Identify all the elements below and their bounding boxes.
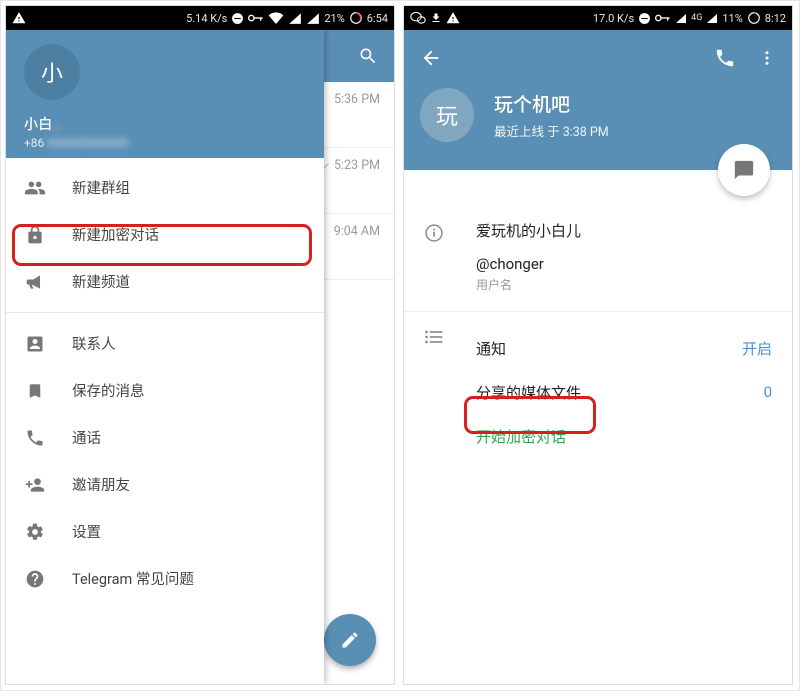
phone-icon[interactable] <box>714 47 736 69</box>
key-icon <box>655 13 671 23</box>
phone-left: 5.14 K/s 21% 6:54 5:36 PM 5:23 PM )17) 1… <box>5 5 395 685</box>
lock-icon <box>24 225 46 245</box>
back-icon[interactable] <box>420 47 442 69</box>
notifications-row[interactable]: 通知 开启 <box>476 326 772 370</box>
status-network: 4G <box>691 13 702 23</box>
shared-media-row[interactable]: 分享的媒体文件 0 <box>476 370 772 414</box>
chat-icon <box>733 159 755 181</box>
profile-header: 玩 玩个机吧 最近上线 于 3:38 PM <box>404 30 792 170</box>
avatar[interactable]: 小 <box>24 44 80 100</box>
info-icon <box>424 220 476 293</box>
group-icon <box>24 177 46 199</box>
drawer-phone: +86 000000000000 <box>24 136 306 150</box>
shared-media-value: 0 <box>764 383 772 401</box>
status-speed: 5.14 K/s <box>186 12 227 25</box>
status-battery: 21% <box>324 12 344 25</box>
wifi-icon <box>268 12 284 24</box>
profile-bio: 爱玩机的小白儿 <box>476 220 772 241</box>
warning-icon <box>12 11 26 25</box>
drawer-item-invite[interactable]: 邀请朋友 <box>6 461 324 508</box>
status-speed: 17.0 K/s <box>593 12 634 25</box>
drawer-item-settings[interactable]: 设置 <box>6 508 324 555</box>
drawer-item-label: 设置 <box>72 521 101 542</box>
signal-icon <box>675 12 687 24</box>
drawer-item-new-channel[interactable]: 新建频道 <box>6 258 324 305</box>
list-icon <box>424 326 476 458</box>
drawer-item-saved[interactable]: 保存的消息 <box>6 367 324 414</box>
profile-body: 爱玩机的小白儿 @chonger 用户名 通知 开启 分享的媒体文件 <box>404 170 792 458</box>
drawer-item-label: 新建加密对话 <box>72 224 159 245</box>
person-add-icon <box>24 475 46 495</box>
battery-circle-icon <box>747 11 761 25</box>
drawer-header: 小 小白.. +86 000000000000 <box>6 30 324 158</box>
warning-icon <box>446 11 460 25</box>
key-icon <box>248 13 264 23</box>
drawer-item-contacts[interactable]: 联系人 <box>6 320 324 367</box>
divider <box>404 311 792 312</box>
drawer-item-label: 新建频道 <box>72 271 130 292</box>
status-bar: 5.14 K/s 21% 6:54 <box>6 6 394 30</box>
status-bar: 17.0 K/s 4G 11% 8:12 <box>404 6 792 30</box>
signal-icon <box>306 12 320 24</box>
pencil-icon <box>340 630 360 650</box>
notifications-label: 通知 <box>476 338 742 359</box>
start-secret-label: 开始加密对话 <box>476 426 566 447</box>
minus-circle-icon <box>231 12 244 25</box>
minus-circle-icon <box>638 12 651 25</box>
bookmark-icon <box>24 381 46 401</box>
drawer-item-new-group[interactable]: 新建群组 <box>6 164 324 211</box>
more-icon[interactable] <box>758 47 776 69</box>
shared-media-label: 分享的媒体文件 <box>476 382 764 403</box>
drawer-item-label: 邀请朋友 <box>72 474 130 495</box>
avatar[interactable]: 玩 <box>420 88 474 142</box>
phone-icon <box>24 428 46 448</box>
drawer-item-new-secret-chat[interactable]: 新建加密对话 <box>6 211 324 258</box>
username-label: 用户名 <box>476 276 772 293</box>
contact-icon <box>24 334 46 354</box>
profile-name: 玩个机吧 <box>494 90 609 117</box>
drawer-list: 新建群组 新建加密对话 新建频道 联系人 保存的消息 <box>6 158 324 602</box>
signal-icon <box>288 12 302 24</box>
gear-icon <box>24 522 46 542</box>
compose-fab[interactable] <box>324 614 376 666</box>
status-time: 6:54 <box>367 12 388 25</box>
search-icon[interactable] <box>358 46 378 66</box>
start-secret-chat[interactable]: 开始加密对话 <box>476 414 772 458</box>
nav-drawer: 小 小白.. +86 000000000000 新建群组 新建加密对话 新建频道 <box>6 30 324 684</box>
status-time: 8:12 <box>765 12 786 25</box>
profile-last-seen: 最近上线 于 3:38 PM <box>494 121 609 140</box>
drawer-item-faq[interactable]: Telegram 常见问题 <box>6 555 324 602</box>
divider <box>6 312 324 313</box>
phone-right: 17.0 K/s 4G 11% 8:12 玩 玩个机吧 最近上线 于 3:38 … <box>403 5 793 685</box>
drawer-item-label: 联系人 <box>72 333 116 354</box>
drawer-item-label: 保存的消息 <box>72 380 145 401</box>
battery-circle-icon <box>349 11 363 25</box>
megaphone-icon <box>24 272 46 292</box>
signal-icon <box>706 12 718 24</box>
profile-username[interactable]: @chonger <box>476 255 772 273</box>
message-fab[interactable] <box>718 144 770 196</box>
notifications-value: 开启 <box>742 338 772 359</box>
drawer-item-label: 通话 <box>72 427 101 448</box>
help-icon <box>24 569 46 589</box>
drawer-item-label: Telegram 常见问题 <box>72 568 194 589</box>
wechat-icon <box>410 11 426 25</box>
download-icon <box>430 11 442 25</box>
status-battery: 11% <box>722 12 742 25</box>
drawer-item-calls[interactable]: 通话 <box>6 414 324 461</box>
drawer-item-label: 新建群组 <box>72 177 130 198</box>
drawer-username: 小白.. <box>24 114 306 134</box>
